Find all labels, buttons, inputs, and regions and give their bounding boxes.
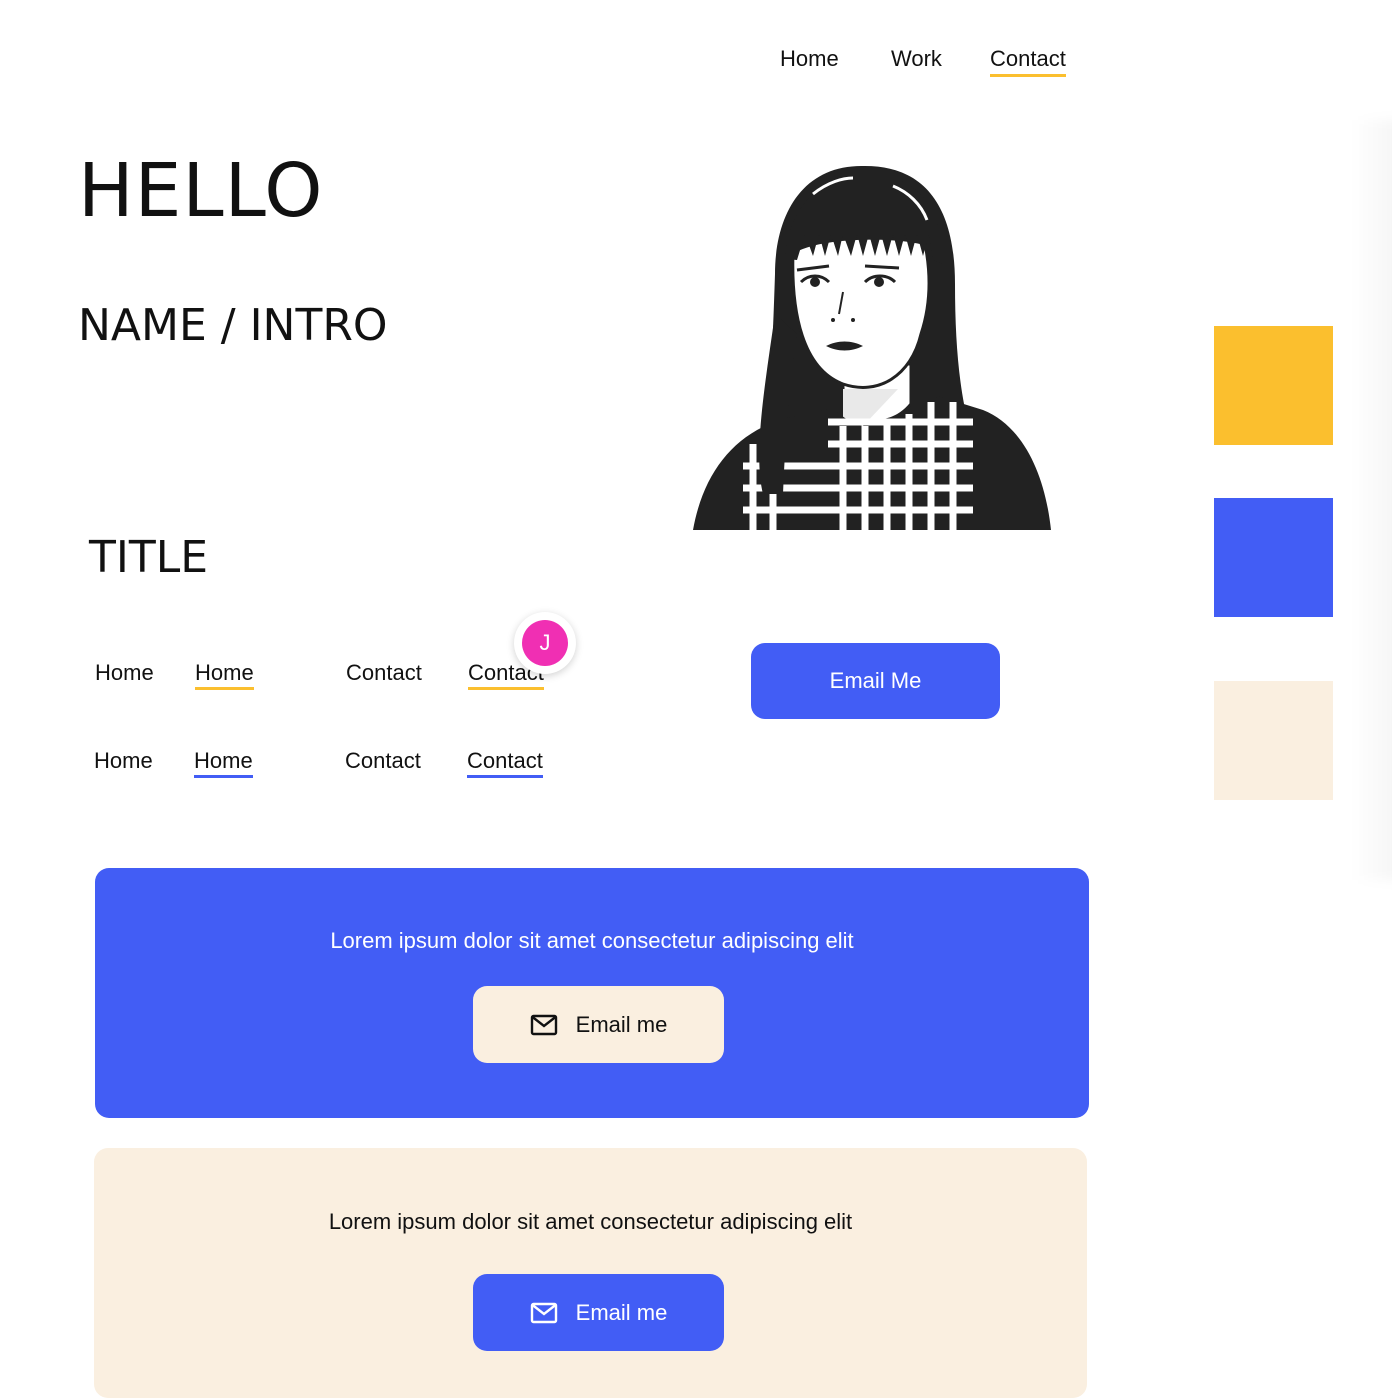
title-heading: TITLE [89,532,209,583]
nav-work-link[interactable]: Work [891,44,942,74]
nav-home-link[interactable]: Home [780,44,839,74]
nav-variant-contact-plain[interactable]: Contact [346,659,422,687]
nav-contact-link[interactable]: Contact [990,44,1066,77]
nav-variant-contact-plain[interactable]: Contact [345,747,421,775]
email-me-card-button[interactable]: Email me [473,986,724,1063]
swatch-blue [1214,498,1333,617]
swatch-cream [1214,681,1333,800]
panel-edge-shadow [1352,120,1392,880]
hello-heading: HELLO [78,148,324,234]
cta-card-cream: Lorem ipsum dolor sit amet consectetur a… [94,1148,1087,1398]
cta-card-blue: Lorem ipsum dolor sit amet consectetur a… [95,868,1089,1118]
email-me-card-button[interactable]: Email me [473,1274,724,1351]
email-me-card-button-label: Email me [575,1011,668,1037]
cta-card-text: Lorem ipsum dolor sit amet consectetur a… [330,928,854,953]
avatar-initial: J [522,620,568,666]
email-me-card-button-label: Email me [575,1299,668,1325]
portrait-illustration [693,165,1051,530]
mail-icon [530,1302,557,1323]
user-avatar[interactable]: J [514,612,576,674]
swatch-yellow [1214,326,1333,445]
nav-variant-contact-active-blue[interactable]: Contact [467,747,543,778]
mail-icon [530,1014,557,1035]
nav-variant-home-plain[interactable]: Home [95,659,154,687]
nav-variant-home-active-yellow[interactable]: Home [195,659,254,690]
nav-variant-home-plain[interactable]: Home [94,747,153,775]
nav-variant-home-active-blue[interactable]: Home [194,747,253,778]
cta-card-text: Lorem ipsum dolor sit amet consectetur a… [328,1209,853,1234]
name-intro-heading: NAME / INTRO [78,300,388,351]
email-me-button[interactable]: Email Me [751,643,1000,719]
